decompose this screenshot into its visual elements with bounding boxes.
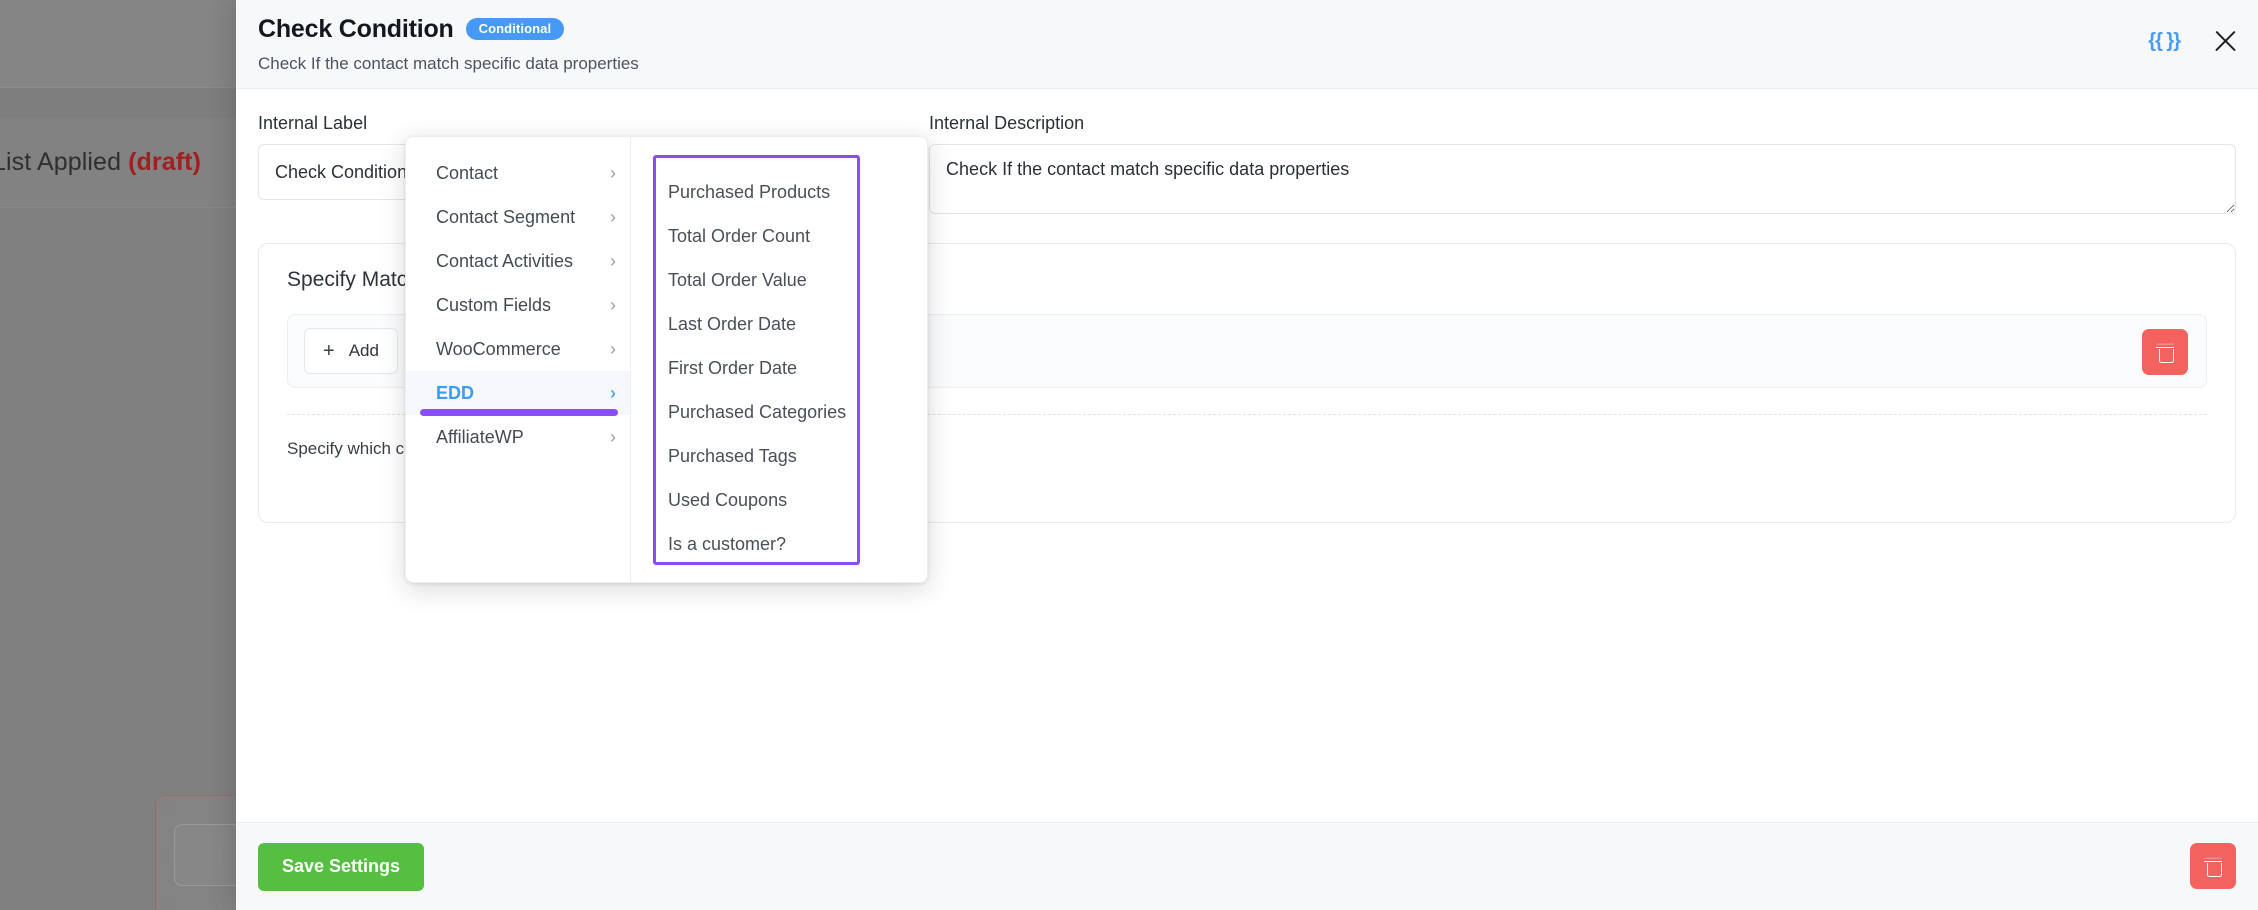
add-condition-label: Add — [348, 341, 379, 360]
trash-icon — [2204, 857, 2222, 877]
dropdown-group-affiliatewp[interactable]: AffiliateWP › — [406, 415, 630, 459]
dropdown-group-list: Contact › Contact Segment › Contact Activiti… — [405, 136, 631, 583]
dropdown-item-first-order-date[interactable]: First Order Date — [656, 346, 857, 390]
modal-title-row: Check Condition Conditional — [258, 14, 2258, 44]
dropdown-group-contact-activities[interactable]: Contact Activities › — [406, 239, 630, 283]
modal-header-inner: Check Condition Conditional Check If the… — [236, 14, 2258, 74]
internal-description-input[interactable]: Check If the contact match specific data… — [929, 144, 2236, 214]
dropdown-group-label: EDD — [436, 382, 475, 403]
save-settings-button[interactable]: Save Settings — [258, 842, 425, 891]
dropdown-group-label: AffiliateWP — [436, 426, 524, 447]
dropdown-item-total-order-value[interactable]: Total Order Value — [656, 258, 857, 302]
dropdown-item-is-a-customer[interactable]: Is a customer? — [656, 522, 857, 562]
dropdown-group-label: Contact Activities — [436, 250, 574, 271]
screen-root: List Applied (draft) Check Condition Con… — [0, 0, 2258, 910]
trash-icon — [2156, 343, 2174, 363]
dropdown-group-label: WooCommerce — [436, 338, 561, 359]
dropdown-group-label: Contact — [436, 162, 499, 183]
dropdown-group-contact-segment[interactable]: Contact Segment › — [406, 195, 630, 239]
chevron-right-icon: › — [610, 339, 616, 359]
data-source-dropdown: Contact › Contact Segment › Contact Activiti… — [405, 136, 928, 583]
background-flow-title: List Applied (draft) — [0, 148, 201, 177]
chevron-right-icon: › — [610, 163, 616, 183]
chevron-right-icon: › — [610, 295, 616, 315]
status-badge: Conditional — [465, 18, 565, 40]
dropdown-group-contact[interactable]: Contact › — [406, 151, 630, 195]
dropdown-item-panel: Purchased Products Total Order Count Total… — [631, 136, 928, 583]
dropdown-item-purchased-tags[interactable]: Purchased Tags — [656, 434, 857, 478]
page-title: Check Condition — [258, 14, 454, 43]
chevron-right-icon: › — [610, 383, 616, 403]
background-flow-title-text: List Applied — [0, 148, 122, 176]
header-actions: {{ }} — [2148, 26, 2240, 56]
chevron-right-icon: › — [610, 427, 616, 447]
delete-block-button[interactable] — [2190, 843, 2236, 889]
modal-footer: Save Settings — [236, 822, 2258, 910]
dropdown-item-used-coupons[interactable]: Used Coupons — [656, 478, 857, 522]
internal-label-caption: Internal Label — [258, 113, 368, 133]
chevron-right-icon: › — [610, 251, 616, 271]
internal-description-group: Internal Description Check If the contac… — [929, 113, 2236, 219]
delete-condition-button[interactable] — [2142, 329, 2188, 375]
dropdown-group-label: Custom Fields — [436, 294, 552, 315]
modal-subtitle: Check If the contact match specific data… — [258, 54, 639, 73]
dropdown-group-woocommerce[interactable]: WooCommerce › — [406, 327, 630, 371]
merge-tag-icon[interactable]: {{ }} — [2148, 30, 2181, 53]
dropdown-group-custom-fields[interactable]: Custom Fields › — [406, 283, 630, 327]
close-icon[interactable] — [2210, 26, 2240, 56]
dropdown-group-label: Contact Segment — [436, 206, 576, 227]
background-flow-status: (draft) — [128, 148, 202, 176]
dropdown-item-list: Purchased Products Total Order Count Total… — [653, 155, 860, 565]
dropdown-item-purchased-products[interactable]: Purchased Products — [656, 170, 857, 214]
dropdown-item-purchased-categories[interactable]: Purchased Categories — [656, 390, 857, 434]
add-condition-button[interactable]: + Add — [304, 328, 398, 374]
modal-header: Check Condition Conditional Check If the… — [236, 0, 2258, 89]
dropdown-group-edd[interactable]: EDD › — [406, 371, 630, 416]
dropdown-item-last-order-date[interactable]: Last Order Date — [656, 302, 857, 346]
internal-description-caption: Internal Description — [929, 113, 1085, 133]
chevron-right-icon: › — [610, 207, 616, 227]
plus-icon: + — [323, 340, 335, 362]
dropdown-item-total-order-count[interactable]: Total Order Count — [656, 214, 857, 258]
